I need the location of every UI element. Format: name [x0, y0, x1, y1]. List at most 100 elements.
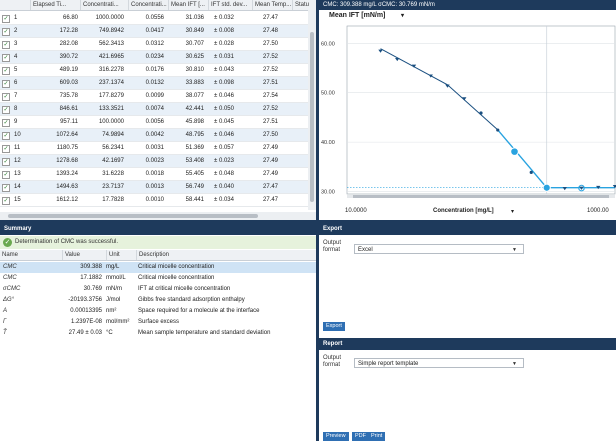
- col-header-description[interactable]: Description: [136, 250, 316, 260]
- table-row[interactable]: ✓ 12 1278.68 42.1697 0.0023 53.408 ± 0.023 27.4…: [0, 155, 308, 168]
- col-header-concentration-mmol[interactable]: Concentrati...: [128, 0, 168, 10]
- table-row[interactable]: ✓ 7 735.78 177.8279 0.0099 38.077 ± 0.046 27.54: [0, 90, 308, 103]
- cell-temp: 27.51: [262, 119, 278, 125]
- export-format-select[interactable]: Excel ▼: [354, 244, 524, 254]
- row-checkbox[interactable]: ✓: [2, 80, 10, 88]
- col-header-unit[interactable]: Unit: [106, 250, 136, 260]
- selected-point[interactable]: [510, 147, 519, 156]
- cell-n: 1: [14, 15, 18, 21]
- row-checkbox[interactable]: ✓: [2, 132, 10, 140]
- cell-conc1: 100.0000: [98, 119, 124, 125]
- table-row[interactable]: ✓ 8 846.61 133.3521 0.0074 42.441 ± 0.050 27.52: [0, 103, 308, 116]
- col-header-mean-temp[interactable]: Mean Temp...: [252, 0, 292, 10]
- summary-row[interactable]: T̄ 27.49 ± 0.03 °C Mean sample temperature …: [0, 328, 316, 339]
- cell-elapsed: 282.08: [59, 41, 78, 47]
- cell-conc1: 31.6228: [102, 171, 124, 177]
- cmc-point[interactable]: [542, 183, 551, 192]
- row-checkbox[interactable]: ✓: [2, 197, 10, 205]
- row-checkbox[interactable]: ✓: [2, 184, 10, 192]
- table-row[interactable]: ✓ 9 957.11 100.0000 0.0056 45.898 ± 0.045 27.51: [0, 116, 308, 129]
- check-circle-icon: ✓: [3, 238, 12, 247]
- table-row[interactable]: ✓ 4 390.72 421.6965 0.0234 30.625 ± 0.031 27.52: [0, 51, 308, 64]
- cell-sd: ± 0.046: [214, 132, 234, 138]
- table-row[interactable]: ✓ 13 1393.24 31.6228 0.0018 55.405 ± 0.048 27.4…: [0, 168, 308, 181]
- print-button[interactable]: Print: [368, 432, 386, 441]
- row-checkbox[interactable]: ✓: [2, 28, 10, 36]
- cell-ift: 38.077: [185, 93, 204, 99]
- summary-cell-name: T̄: [3, 330, 7, 336]
- preview-button[interactable]: Preview: [323, 432, 349, 441]
- col-header-elapsed[interactable]: Elapsed Ti...: [30, 0, 80, 10]
- cell-n: 11: [14, 145, 21, 151]
- table-vertical-scrollbar[interactable]: [308, 10, 316, 210]
- table-row[interactable]: ✓ 5 489.19 316.2278 0.0176 30.810 ± 0.043 27.52: [0, 64, 308, 77]
- caret-down-icon: ▼: [512, 361, 517, 367]
- table-row[interactable]: ✓ 15 1612.12 17.7828 0.0010 58.441 ± 0.034 27.4…: [0, 194, 308, 207]
- data-point[interactable]: [529, 170, 533, 174]
- export-button[interactable]: Export: [323, 322, 345, 331]
- report-format-select[interactable]: Simple report template ▼: [354, 358, 524, 368]
- summary-row[interactable]: CMC 17.1882 mmol/L Critical micelle concent…: [0, 273, 316, 284]
- table-row[interactable]: ✓ 14 1494.63 23.7137 0.0013 56.749 ± 0.040 27.4…: [0, 181, 308, 194]
- summary-row[interactable]: A 0.00013395 nm² Space required for a molec…: [0, 306, 316, 317]
- table-row[interactable]: ✓ 10 1072.64 74.9894 0.0042 48.795 ± 0.046 27.5…: [0, 129, 308, 142]
- data-point[interactable]: [479, 111, 483, 115]
- plot-area[interactable]: [346, 25, 616, 195]
- ift-chart-svg[interactable]: 60.00 50.00 40.00 30.00: [319, 22, 616, 198]
- row-checkbox[interactable]: ✓: [2, 67, 10, 75]
- pdf-button[interactable]: PDF: [352, 432, 369, 441]
- summary-row[interactable]: ΔG° -20193.3756 J/mol Gibbs free standard a…: [0, 295, 316, 306]
- summary-cell-name: ΔG°: [3, 297, 15, 303]
- row-checkbox[interactable]: ✓: [2, 15, 10, 23]
- chevron-down-icon[interactable]: ▾: [511, 208, 514, 215]
- cell-n: 14: [14, 184, 21, 190]
- row-checkbox[interactable]: ✓: [2, 171, 10, 179]
- row-checkbox[interactable]: ✓: [2, 93, 10, 101]
- row-checkbox[interactable]: ✓: [2, 158, 10, 166]
- col-header-concentration-mgl[interactable]: Concentrati...: [80, 0, 128, 10]
- row-checkbox[interactable]: ✓: [2, 106, 10, 114]
- cell-conc1: 17.7828: [102, 197, 124, 203]
- x-axis-area: 10.0000 Concentration [mg/L] ▾ 1000.00: [319, 198, 616, 220]
- col-header-index[interactable]: [0, 0, 30, 10]
- table-row[interactable]: ✓ 2 172.28 749.8942 0.0417 30.849 ± 0.008 27.48: [0, 25, 308, 38]
- table-horizontal-scrollbar[interactable]: [0, 212, 316, 220]
- table-header: Elapsed Ti... Concentrati... Concentrati…: [0, 0, 316, 11]
- cell-conc1: 23.7137: [102, 184, 124, 190]
- table-row[interactable]: ✓ 6 609.03 237.1374 0.0132 33.883 ± 0.098 27.51: [0, 77, 308, 90]
- cell-conc1: 237.1374: [98, 80, 124, 86]
- export-format-value: Excel: [358, 247, 373, 253]
- y-axis-selector[interactable]: Mean IFT [mN/m] ▾: [319, 10, 616, 22]
- col-header-mean-ift[interactable]: Mean IFT [...: [168, 0, 208, 10]
- summary-cell-value: 309.388: [80, 264, 102, 270]
- row-checkbox[interactable]: ✓: [2, 41, 10, 49]
- col-header-value[interactable]: Value: [62, 250, 106, 260]
- summary-row[interactable]: σCMC 30.769 mN/m IFT at critical micelle co…: [0, 284, 316, 295]
- col-header-ift-stddev[interactable]: IFT std. dev...: [208, 0, 252, 10]
- table-row[interactable]: ✓ 1 66.80 1000.0000 0.0556 31.036 ± 0.032 27.47: [0, 12, 308, 25]
- cell-conc1: 74.9894: [102, 132, 124, 138]
- cell-elapsed: 1612.12: [56, 197, 78, 203]
- cell-conc2: 0.0010: [145, 197, 164, 203]
- table-row[interactable]: ✓ 3 282.08 562.3413 0.0312 30.707 ± 0.028 27.50: [0, 38, 308, 51]
- summary-row[interactable]: Γ 1.2397E-08 mol/mm² Surface excess: [0, 317, 316, 328]
- row-checkbox[interactable]: ✓: [2, 145, 10, 153]
- col-header-name[interactable]: Name: [0, 250, 62, 260]
- scroll-thumb[interactable]: [8, 214, 258, 218]
- data-point[interactable]: [496, 128, 500, 132]
- summary-row[interactable]: CMC 309.388 mg/L Critical micelle concentra…: [0, 262, 316, 273]
- cell-n: 6: [14, 80, 18, 86]
- cell-n: 12: [14, 158, 21, 164]
- col-header-status[interactable]: Statu: [292, 0, 316, 10]
- scroll-thumb[interactable]: [310, 32, 314, 202]
- cell-n: 9: [14, 119, 18, 125]
- row-checkbox[interactable]: ✓: [2, 54, 10, 62]
- cell-temp: 27.51: [262, 80, 278, 86]
- table-row[interactable]: ✓ 11 1180.75 56.2341 0.0031 51.369 ± 0.057 27.4…: [0, 142, 308, 155]
- cell-elapsed: 66.80: [62, 15, 78, 21]
- cell-conc2: 0.0074: [145, 106, 164, 112]
- cell-elapsed: 172.28: [59, 28, 78, 34]
- cell-sd: ± 0.098: [214, 80, 234, 86]
- x-axis-label[interactable]: Concentration [mg/L]: [433, 208, 494, 214]
- row-checkbox[interactable]: ✓: [2, 119, 10, 127]
